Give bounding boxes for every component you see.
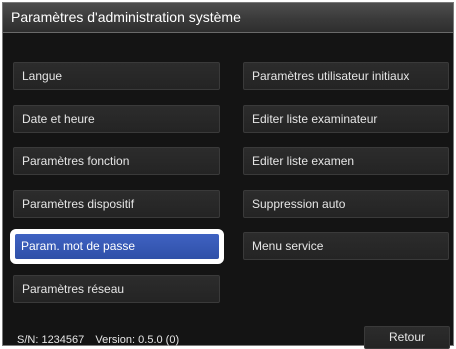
auto-delete-button[interactable]: Suppression auto <box>243 190 449 218</box>
admin-settings-screen: Paramètres d'administration système Lang… <box>2 2 454 349</box>
page-title: Paramètres d'administration système <box>11 9 241 25</box>
title-bar: Paramètres d'administration système <box>3 3 453 33</box>
date-time-button[interactable]: Date et heure <box>13 105 220 133</box>
serial-number: S/N: 1234567 <box>17 334 85 346</box>
network-settings-button[interactable]: Paramètres réseau <box>13 275 220 303</box>
status-bar: S/N: 1234567 Version: 0.5.0 (0) <box>17 334 179 346</box>
edit-examiner-list-button[interactable]: Editer liste examinateur <box>243 105 449 133</box>
back-button[interactable]: Retour <box>364 326 450 349</box>
initial-user-settings-button[interactable]: Paramètres utilisateur initiaux <box>243 62 449 90</box>
language-button[interactable]: Langue <box>13 62 220 90</box>
function-settings-button[interactable]: Paramètres fonction <box>13 147 220 175</box>
edit-exam-list-button[interactable]: Editer liste examen <box>243 147 449 175</box>
service-menu-button[interactable]: Menu service <box>243 232 449 260</box>
version-text: Version: 0.5.0 (0) <box>95 334 180 346</box>
device-settings-button[interactable]: Paramètres dispositif <box>13 190 220 218</box>
password-settings-label: Param. mot de passe <box>15 234 219 259</box>
password-settings-button[interactable]: Param. mot de passe <box>10 229 224 264</box>
